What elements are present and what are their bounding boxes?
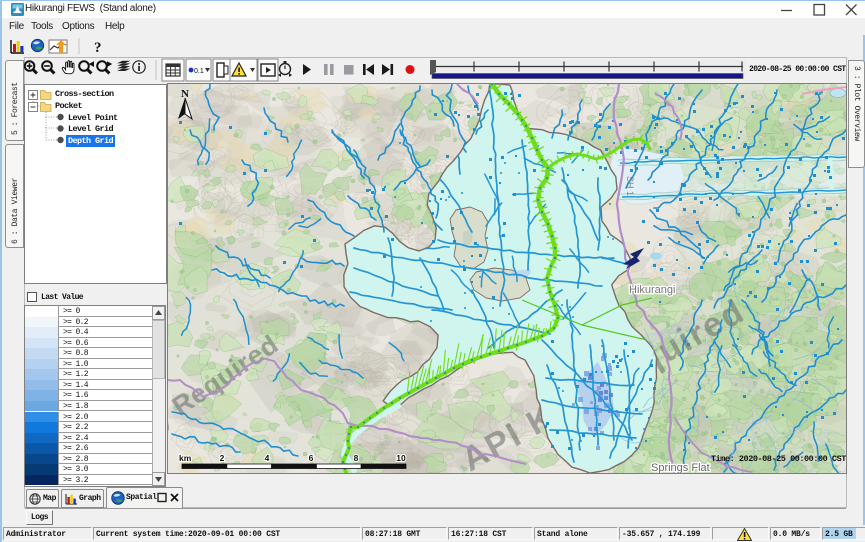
svg-text:10: 10 <box>396 453 406 463</box>
svg-text:8: 8 <box>354 453 359 463</box>
svg-text:Hikurangi: Hikurangi <box>629 284 675 296</box>
svg-text:SH 1: SH 1 <box>625 176 635 196</box>
svg-text:2: 2 <box>220 453 225 463</box>
svg-text:0.1: 0.1 <box>194 68 204 75</box>
svg-text:Springs Flat: Springs Flat <box>651 462 710 473</box>
svg-text:4: 4 <box>265 453 270 463</box>
svg-text:Time: 2020-08-25 00:00:00 CST: Time: 2020-08-25 00:00:00 CST <box>711 454 846 464</box>
svg-text:km: km <box>179 453 192 463</box>
svg-text:6: 6 <box>309 453 314 463</box>
svg-text:?: ? <box>94 40 102 56</box>
